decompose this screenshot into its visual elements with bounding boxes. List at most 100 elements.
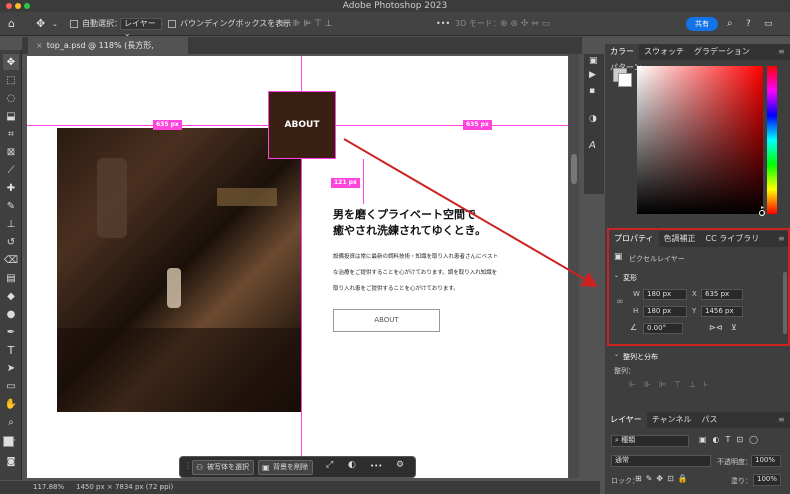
tab-adjustments[interactable]: 色調補正 [659,231,701,247]
tab-paths[interactable]: パス [697,412,723,428]
bg-color-chip[interactable] [618,73,632,87]
about-box[interactable]: ABOUT [268,91,336,159]
glyphs-icon[interactable]: A [589,140,596,151]
status-arrow-icon[interactable]: › [160,481,163,494]
workspace-icon[interactable]: ▭ [764,12,773,36]
layer-select-dropdown[interactable]: レイヤー ⌄ [120,18,162,38]
tab-channels[interactable]: チャンネル [647,412,697,428]
layers-menu-icon[interactable]: ≡ [778,412,785,428]
layer-kind-filter[interactable]: ⌕ 種類 [611,435,689,447]
tab-swatches[interactable]: スウォッチ [639,44,689,60]
share-button[interactable]: 共有 [686,17,718,31]
stamp-tool-icon[interactable]: ⊥ [3,216,19,232]
chevron-down-icon[interactable]: ⌄ [614,351,619,358]
tab-cc-libraries[interactable]: CC ライブラリ [701,231,765,247]
foreground-color-swatch[interactable] [3,436,14,447]
x-field[interactable]: 635 px [701,289,743,300]
chevron-down-icon[interactable]: ⌄ [614,272,619,279]
brush-tool-icon[interactable]: ✎ [3,198,19,214]
comment-icon[interactable]: ▪ [589,86,595,96]
marquee-tool-icon[interactable]: ⬚ [3,72,19,88]
auto-select-checkbox[interactable] [70,20,78,28]
align-icons[interactable]: ⊩ ⊪ ⊫ ⊤ ⊥ [282,12,333,36]
remove-background-button[interactable]: ▣ 背景を削除 [258,460,313,475]
minimize-window-button[interactable] [15,3,21,9]
type-tool-icon[interactable]: T [3,342,19,358]
color-picker-field[interactable] [637,66,765,216]
healing-brush-icon[interactable]: ✚ [3,180,19,196]
hue-slider[interactable] [767,66,777,214]
properties-menu-icon[interactable]: ≡ [778,231,785,247]
y-field[interactable]: 1456 px [701,306,743,317]
document-tab[interactable]: ×top_a.psd @ 118% (長方形, RGB/8#) [28,37,188,67]
canvas-area[interactable]: ABOUT 635 px 635 px 121 px 男を磨くプライベート空間で… [22,54,582,478]
transform-icon[interactable]: ⤢ [326,460,333,470]
close-window-button[interactable] [6,3,12,9]
layer-filter-icons[interactable]: ▣◐T⊡◯ [699,435,764,444]
select-subject-button[interactable]: ⚇ 被写体を選択 [192,460,254,475]
crop-tool-icon[interactable]: ⌗ [3,126,19,142]
pen-tool-icon[interactable]: ✒ [3,324,19,340]
measure-right: 635 px [463,120,492,130]
panel-menu-icon[interactable]: ≡ [778,44,785,60]
about-button[interactable]: ABOUT [333,309,440,332]
opacity-field[interactable]: 100% [751,455,781,467]
3d-icons[interactable]: ⊕ ⊛ ✣ ⇔ ▭ [500,12,550,36]
height-field[interactable]: 180 px [643,306,687,317]
frame-tool-icon[interactable]: ⊠ [3,144,19,160]
document-info[interactable]: 1450 px × 7834 px (72 ppi) [76,481,173,494]
help-icon[interactable]: ? [746,12,751,36]
zoom-level[interactable]: 117.88% [33,481,64,494]
tab-properties[interactable]: プロパティ [609,231,659,247]
grip-icon[interactable]: ⋮ [184,461,192,470]
link-icon[interactable]: ∞ [616,297,624,307]
scrollbar-thumb[interactable] [571,154,577,184]
layer-select-value: レイヤー [124,19,156,28]
play-icon[interactable]: ▶ [589,70,596,80]
search-icon[interactable]: ⌕ [727,12,733,36]
color-swatches-icon[interactable]: ▣ [589,56,598,66]
tab-color[interactable]: カラー [605,44,639,60]
gradient-tool-icon[interactable]: ▤ [3,270,19,286]
subject-icon: ⚇ [196,463,204,472]
dodge-tool-icon[interactable]: ● [3,306,19,322]
tab-layers[interactable]: レイヤー [605,412,647,428]
width-field[interactable]: 180 px [643,289,687,300]
history-icon[interactable]: ◑ [589,114,597,124]
lasso-tool-icon[interactable]: ◌ [3,90,19,106]
eyedropper-icon[interactable]: ⟋ [3,162,19,178]
close-tab-icon[interactable]: × [36,41,43,50]
zoom-tool-icon[interactable]: ⌕ [3,414,19,430]
hue-slider-handle[interactable]: ▸ [761,204,764,211]
float-more-button[interactable]: ••• [370,462,382,470]
blend-mode-select[interactable]: 通常 [611,455,711,467]
bounding-box-checkbox[interactable] [168,20,176,28]
rectangle-tool-icon[interactable]: ▭ [3,378,19,394]
quick-mask-icon[interactable]: ◙ [3,454,19,470]
flip-vertical-icon[interactable]: ⊻ [731,323,737,332]
more-options-button[interactable]: ••• [436,12,450,36]
home-icon[interactable]: ⌂ [8,18,20,30]
align-buttons[interactable]: ⊩⊪⊫⊤⊥⊦ [629,380,716,389]
flip-horizontal-icon[interactable]: ⊳⊲ [709,323,722,332]
history-brush-icon[interactable]: ↺ [3,234,19,250]
path-select-icon[interactable]: ➤ [3,360,19,376]
x-label: X [692,290,697,298]
vertical-scrollbar[interactable] [569,54,579,478]
fill-field[interactable]: 100% [753,474,781,486]
properties-scrollbar[interactable] [783,272,787,334]
blur-tool-icon[interactable]: ◆ [3,288,19,304]
tab-gradient[interactable]: グラデーション [689,44,755,60]
move-tool-icon[interactable]: ✥ [36,12,45,36]
chevron-down-icon[interactable]: ⌄ [52,12,58,36]
settings-icon[interactable]: ⚙ [396,460,404,470]
maximize-window-button[interactable] [24,3,30,9]
eraser-icon[interactable]: ⌫ [3,252,19,268]
adjust-icon[interactable]: ◐ [348,460,356,470]
object-select-icon[interactable]: ⬓ [3,108,19,124]
lock-icons[interactable]: ⊞✎✥⊡🔒 [635,474,692,483]
move-tool-icon[interactable]: ✥ [3,54,19,70]
document-canvas[interactable]: ABOUT 635 px 635 px 121 px 男を磨くプライベート空間で… [27,56,568,478]
angle-field[interactable]: 0.00° [643,323,683,334]
hand-tool-icon[interactable]: ✋ [3,396,19,412]
